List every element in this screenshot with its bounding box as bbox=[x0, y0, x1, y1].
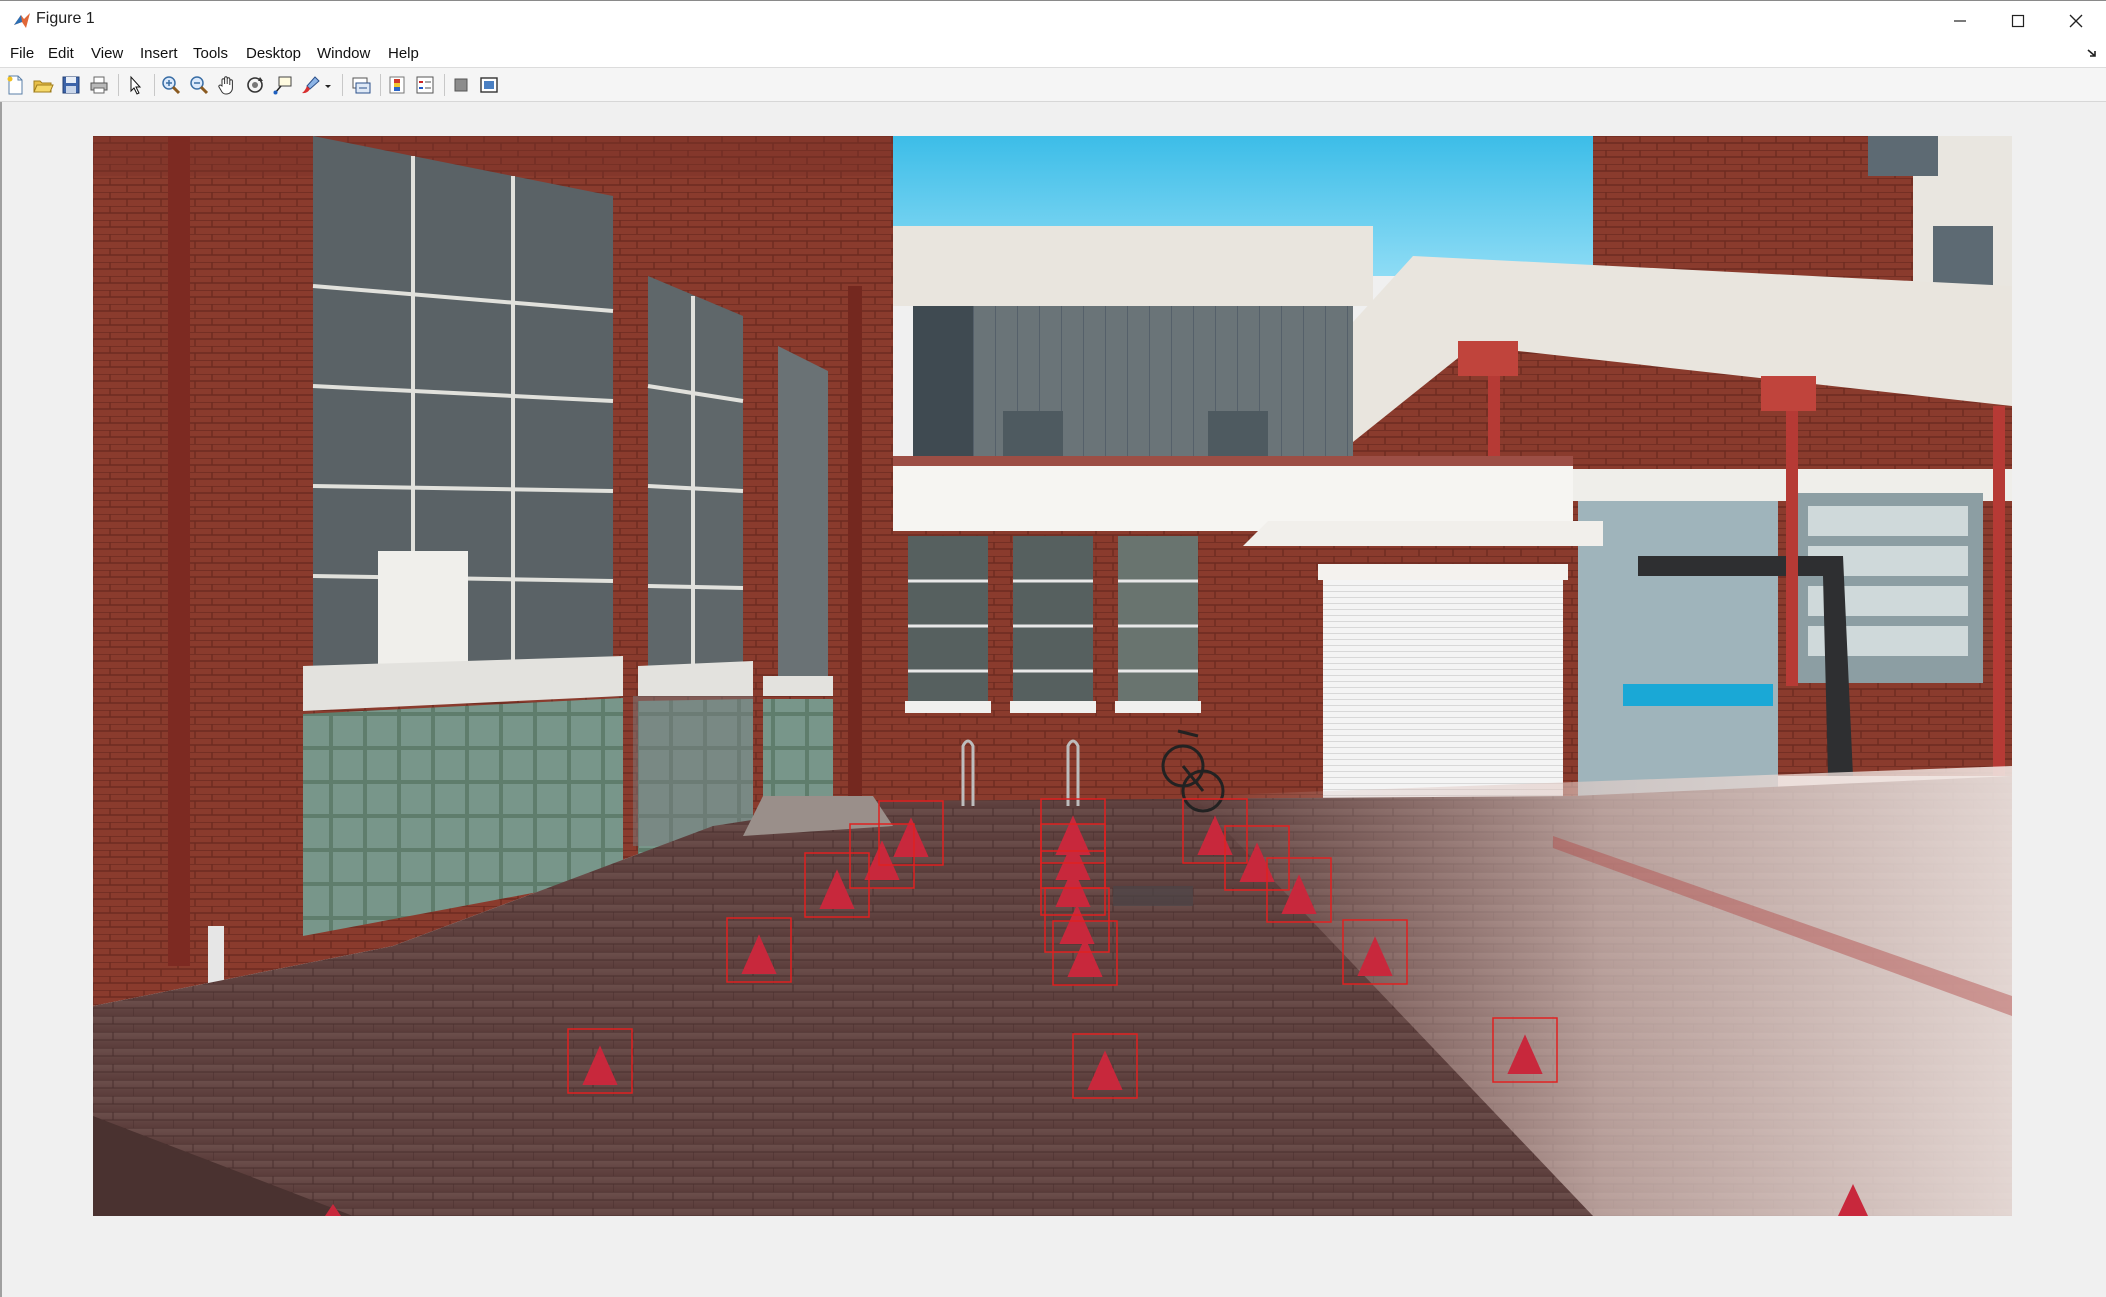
toolbar-separator bbox=[118, 74, 119, 96]
pan-hand-icon[interactable] bbox=[216, 74, 238, 96]
zoom-in-icon[interactable] bbox=[160, 74, 182, 96]
menu-insert[interactable]: Insert bbox=[140, 45, 178, 62]
edit-plot-arrow-icon[interactable] bbox=[124, 74, 146, 96]
new-figure-icon[interactable] bbox=[4, 74, 26, 96]
menu-tools[interactable]: Tools bbox=[193, 45, 228, 62]
menu-bar: File Edit View Insert Tools Desktop Wind… bbox=[0, 40, 2106, 68]
menu-window[interactable]: Window bbox=[317, 45, 370, 62]
link-plot-icon[interactable] bbox=[350, 74, 372, 96]
matlab-icon bbox=[12, 11, 32, 31]
toolbar-separator bbox=[380, 74, 381, 96]
courtyard-photo bbox=[93, 136, 2012, 1216]
rotate-3d-icon[interactable] bbox=[244, 74, 266, 96]
menu-desktop[interactable]: Desktop bbox=[246, 45, 301, 62]
brush-dropdown-icon[interactable] bbox=[322, 74, 334, 96]
toolbar-separator bbox=[444, 74, 445, 96]
save-icon[interactable] bbox=[60, 74, 82, 96]
open-file-icon[interactable] bbox=[32, 74, 54, 96]
print-icon[interactable] bbox=[88, 74, 110, 96]
minimize-icon[interactable] bbox=[1930, 1, 1990, 41]
insert-legend-icon[interactable] bbox=[414, 74, 436, 96]
menu-file[interactable]: File bbox=[10, 45, 34, 62]
maximize-icon[interactable] bbox=[1988, 1, 2048, 41]
brush-icon[interactable] bbox=[300, 74, 322, 96]
figure-toolbar bbox=[0, 68, 2106, 102]
toolbar-separator bbox=[342, 74, 343, 96]
dock-figure-icon[interactable] bbox=[2086, 46, 2098, 58]
menu-view[interactable]: View bbox=[91, 45, 123, 62]
show-plot-tools-icon[interactable] bbox=[478, 74, 500, 96]
toolbar-separator bbox=[154, 74, 155, 96]
insert-colorbar-icon[interactable] bbox=[386, 74, 408, 96]
menu-edit[interactable]: Edit bbox=[48, 45, 74, 62]
image-axes[interactable] bbox=[93, 136, 2012, 1216]
close-icon[interactable] bbox=[2046, 1, 2106, 41]
window-title: Figure 1 bbox=[36, 10, 95, 27]
hide-plot-tools-icon[interactable] bbox=[450, 74, 472, 96]
menu-help[interactable]: Help bbox=[388, 45, 419, 62]
title-bar: Figure 1 bbox=[0, 0, 2106, 40]
data-cursor-icon[interactable] bbox=[272, 74, 294, 96]
zoom-out-icon[interactable] bbox=[188, 74, 210, 96]
